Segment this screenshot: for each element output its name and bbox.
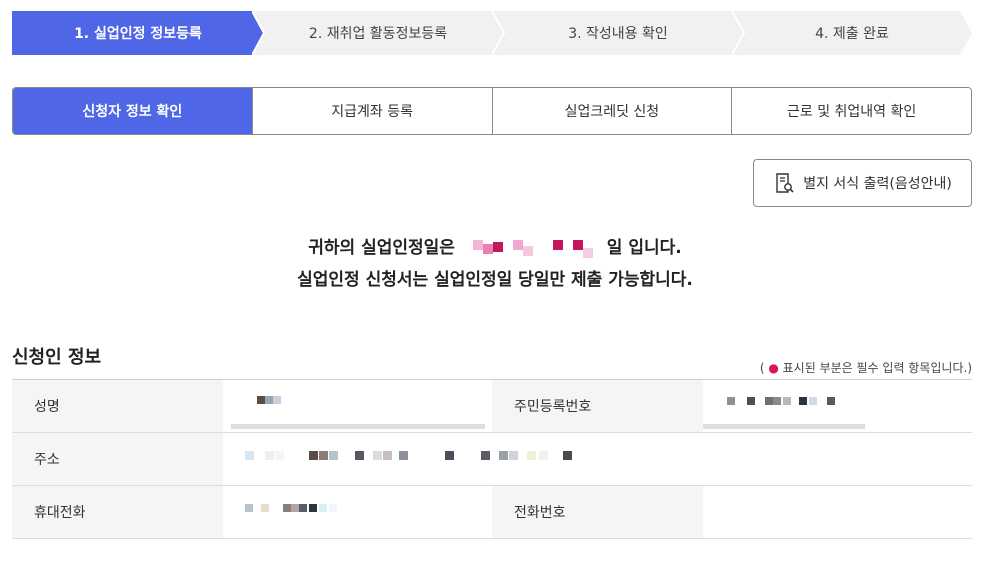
notice-line-1-suffix: 일 입니다. bbox=[606, 238, 682, 258]
step-1: 1. 실업인정 정보등록 bbox=[12, 11, 264, 55]
step-3-label: 3. 작성내용 확인 bbox=[568, 26, 668, 42]
step-1-label: 1. 실업인정 정보등록 bbox=[74, 26, 202, 42]
step-2: 2. 재취업 활동정보등록 bbox=[252, 11, 504, 55]
step-2-label: 2. 재취업 활동정보등록 bbox=[308, 26, 448, 42]
section-title: 신청인 정보 bbox=[12, 347, 102, 368]
required-dot-icon: ● bbox=[768, 361, 779, 375]
rrn-value bbox=[703, 380, 972, 432]
mobile-label: 휴대전화 bbox=[12, 486, 223, 538]
notice-line-1: 귀하의 실업인정일은 일 입니다. bbox=[0, 232, 990, 264]
notice-line-1-prefix: 귀하의 실업인정일은 bbox=[308, 238, 455, 258]
required-note-open: ( bbox=[759, 361, 765, 375]
table-row: 성명 주민등록번호 bbox=[12, 380, 972, 433]
tab-bar: 신청자 정보 확인 지급계좌 등록 실업크레딧 신청 근로 및 취업내역 확인 bbox=[12, 87, 972, 135]
table-row: 주소 bbox=[12, 433, 972, 486]
step-4: 4. 제출 완료 bbox=[732, 11, 972, 55]
applicant-info-table: 성명 주민등록번호 주소 휴대전화 전화번호 bbox=[12, 379, 972, 539]
required-note-text: 표시된 부분은 필수 입력 항목입니다.) bbox=[782, 361, 972, 375]
step-4-label: 4. 제출 완료 bbox=[815, 26, 889, 42]
tab-unemployment-credit[interactable]: 실업크레딧 신청 bbox=[491, 88, 732, 134]
tab-applicant-info[interactable]: 신청자 정보 확인 bbox=[13, 88, 252, 134]
rrn-label: 주민등록번호 bbox=[492, 380, 703, 432]
certification-date-notice: 귀하의 실업인정일은 일 입니다. 실업인정 신청서는 실업인정일 당일만 제출… bbox=[0, 232, 990, 296]
name-value bbox=[223, 380, 492, 432]
phone-label: 전화번호 bbox=[492, 486, 703, 538]
mobile-value bbox=[223, 486, 492, 538]
tab-payment-account[interactable]: 지급계좌 등록 bbox=[251, 88, 492, 134]
phone-value bbox=[703, 486, 972, 538]
address-value bbox=[223, 433, 972, 485]
step-3: 3. 작성내용 확인 bbox=[492, 11, 744, 55]
step-progress: 1. 실업인정 정보등록 2. 재취업 활동정보등록 3. 작성내용 확인 4.… bbox=[12, 11, 972, 55]
name-label: 성명 bbox=[12, 380, 223, 432]
document-search-icon bbox=[773, 172, 795, 194]
print-form-button[interactable]: 별지 서식 출력(음성안내) bbox=[753, 159, 972, 207]
print-form-label: 별지 서식 출력(음성안내) bbox=[803, 176, 952, 192]
required-fields-note: ( ● 표시된 부분은 필수 입력 항목입니다.) bbox=[760, 359, 972, 376]
address-label: 주소 bbox=[12, 433, 223, 485]
masked-certification-date bbox=[461, 238, 601, 258]
table-row: 휴대전화 전화번호 bbox=[12, 486, 972, 539]
tab-work-history[interactable]: 근로 및 취업내역 확인 bbox=[731, 88, 971, 134]
notice-line-2: 실업인정 신청서는 실업인정일 당일만 제출 가능합니다. bbox=[297, 270, 693, 290]
